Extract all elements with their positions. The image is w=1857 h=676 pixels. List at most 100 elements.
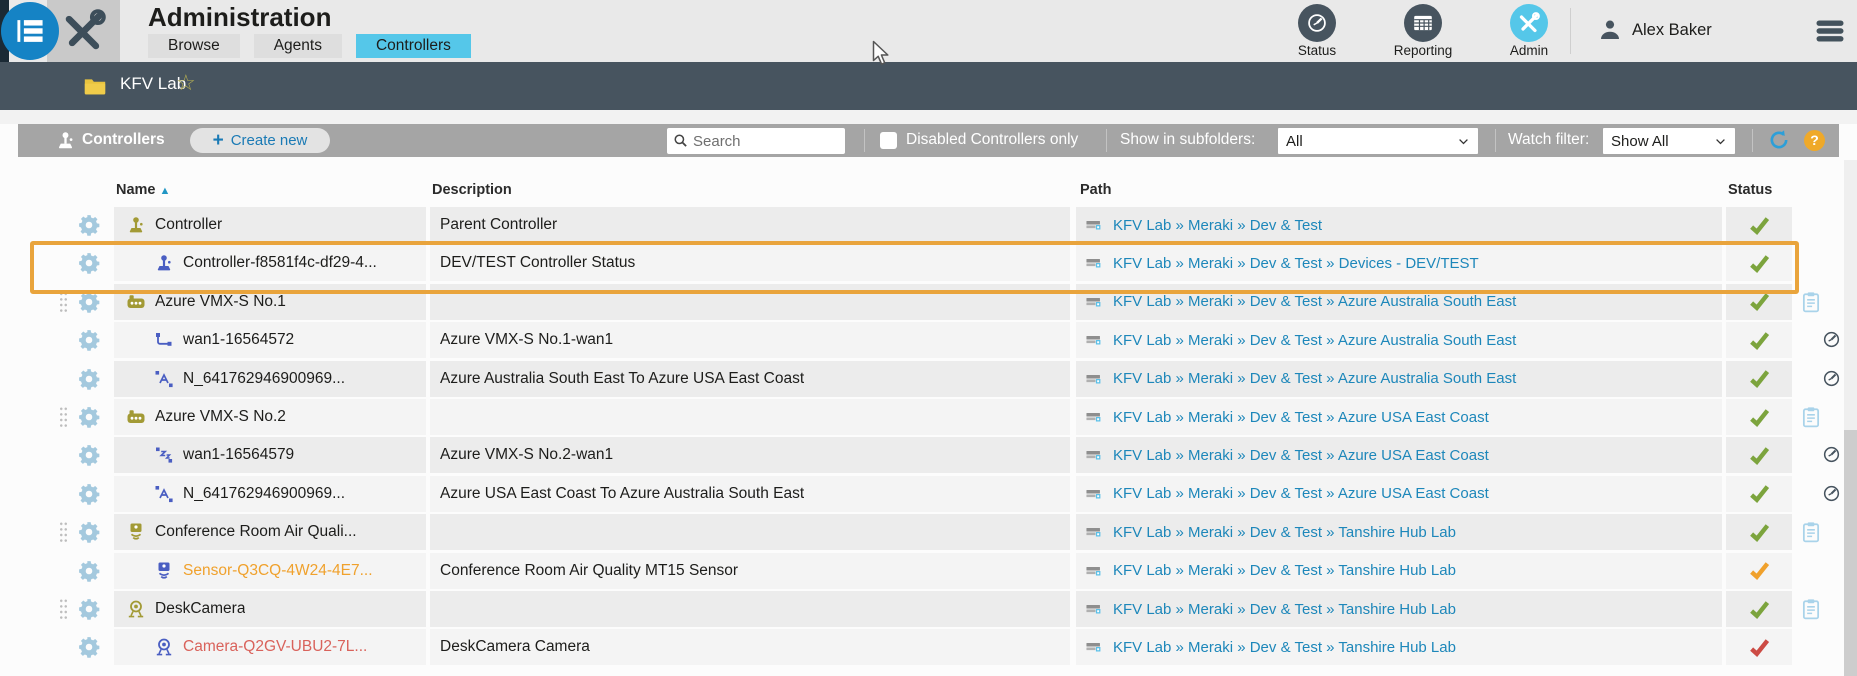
reporting-circle <box>1404 4 1442 42</box>
controller-name-cell[interactable]: wan1-16564572 <box>114 322 426 359</box>
controller-name-cell[interactable]: Azure VMX-S No.2 <box>114 399 426 435</box>
table-row[interactable]: Controller Parent Controller KFV Lab » M… <box>0 207 1857 243</box>
clipboard-icon[interactable] <box>1800 291 1822 313</box>
path-link[interactable]: KFV Lab » Meraki » Dev & Test » Tanshire… <box>1113 601 1456 618</box>
row-settings-gear-icon[interactable] <box>78 483 100 505</box>
refresh-icon[interactable] <box>1768 129 1790 151</box>
controller-description-cell <box>430 591 1070 627</box>
column-header-description[interactable]: Description <box>432 182 512 198</box>
path-link[interactable]: KFV Lab » Meraki » Dev & Test » Tanshire… <box>1113 562 1456 579</box>
drag-handle-icon[interactable] <box>59 598 68 621</box>
app-logo[interactable] <box>1 2 59 60</box>
controller-name-cell[interactable]: Azure VMX-S No.1 <box>114 283 426 320</box>
controller-description-cell <box>430 283 1070 320</box>
path-link[interactable]: KFV Lab » Meraki » Dev & Test » Azure Au… <box>1113 370 1516 387</box>
scrollbar-thumb[interactable] <box>1844 430 1857 676</box>
table-row[interactable]: wan1-16564572 Azure VMX-S No.1-wan1 KFV … <box>0 322 1857 359</box>
row-settings-gear-icon[interactable] <box>78 406 100 428</box>
table-row[interactable]: wan1-16564579 Azure VMX-S No.2-wan1 KFV … <box>0 437 1857 474</box>
row-settings-gear-icon[interactable] <box>78 598 100 620</box>
subfolders-select[interactable]: All <box>1278 128 1478 154</box>
controller-name-cell[interactable]: DeskCamera <box>114 591 426 627</box>
table-row[interactable]: Sensor-Q3CQ-4W24-4E7... Conference Room … <box>0 552 1857 589</box>
path-icon <box>1086 370 1104 388</box>
controller-status-cell <box>1726 360 1792 397</box>
table-row[interactable]: Azure VMX-S No.2 KFV Lab » Meraki » Dev … <box>0 399 1857 435</box>
path-link[interactable]: KFV Lab » Meraki » Dev & Test » Azure Au… <box>1113 293 1516 310</box>
menu-bars-icon <box>1814 16 1846 46</box>
controller-name-cell[interactable]: Conference Room Air Quali... <box>114 514 426 551</box>
controller-description: Azure USA East Coast To Azure Australia … <box>440 484 805 502</box>
disabled-only-checkbox[interactable] <box>880 132 897 149</box>
controller-name-cell[interactable]: Camera-Q2GV-UBU2-7L... <box>114 629 426 666</box>
search-box <box>667 128 845 154</box>
clipboard-icon[interactable] <box>1800 406 1822 428</box>
controller-status-cell <box>1726 437 1792 474</box>
nav-reporting[interactable]: Reporting <box>1385 4 1461 58</box>
table-row[interactable]: N_641762946900969... Azure USA East Coas… <box>0 475 1857 512</box>
nav-status[interactable]: Status <box>1279 4 1355 58</box>
row-settings-gear-icon[interactable] <box>78 444 100 466</box>
device-icon <box>154 253 174 273</box>
status-check-icon <box>1749 637 1770 658</box>
table-row[interactable]: DeskCamera KFV Lab » Meraki » Dev & Test… <box>0 591 1857 627</box>
row-settings-gear-icon[interactable] <box>78 291 100 313</box>
table-row[interactable]: N_641762946900969... Azure Australia Sou… <box>0 360 1857 397</box>
search-icon <box>673 133 688 148</box>
clipboard-glyph <box>1800 291 1822 313</box>
row-settings-gear-icon[interactable] <box>78 214 100 236</box>
controller-description-cell: Parent Controller <box>430 207 1070 243</box>
controller-name-cell[interactable]: Sensor-Q3CQ-4W24-4E7... <box>114 552 426 589</box>
clipboard-icon[interactable] <box>1800 598 1822 620</box>
user-menu[interactable]: Alex Baker <box>1598 18 1712 42</box>
status-check-icon <box>1749 407 1770 428</box>
row-settings-gear-icon[interactable] <box>78 368 100 390</box>
nav-reporting-label: Reporting <box>1393 43 1453 58</box>
path-icon <box>1086 293 1104 311</box>
hamburger-menu-icon[interactable] <box>1814 16 1846 46</box>
controller-name-cell[interactable]: Controller <box>114 207 426 243</box>
drag-handle-icon[interactable] <box>59 521 68 545</box>
spacer <box>0 110 1857 124</box>
tab-browse[interactable]: Browse <box>148 34 240 58</box>
table-row[interactable]: Controller-f8581f4c-df29-4... DEV/TEST C… <box>0 240 1857 294</box>
favorite-star-icon[interactable] <box>176 70 196 96</box>
row-settings-gear-icon[interactable] <box>78 636 100 658</box>
breadcrumb: KFV Lab <box>0 62 1857 110</box>
row-settings-gear-icon[interactable] <box>78 560 100 582</box>
path-link[interactable]: KFV Lab » Meraki » Dev & Test » Azure US… <box>1113 485 1489 502</box>
search-input[interactable] <box>667 128 845 154</box>
column-header-path[interactable]: Path <box>1080 182 1111 198</box>
controller-name-cell[interactable]: N_641762946900969... <box>114 475 426 512</box>
row-settings-gear-icon[interactable] <box>78 252 100 274</box>
path-link[interactable]: KFV Lab » Meraki » Dev & Test » Tanshire… <box>1113 524 1456 541</box>
clipboard-icon[interactable] <box>1800 521 1822 543</box>
controller-name-cell[interactable]: Controller-f8581f4c-df29-4... <box>114 245 426 282</box>
tab-agents[interactable]: Agents <box>253 34 342 58</box>
status-check-icon <box>1749 253 1770 274</box>
table-row[interactable]: Camera-Q2GV-UBU2-7L... DeskCamera Camera… <box>0 629 1857 666</box>
help-icon[interactable]: ? <box>1804 130 1825 151</box>
column-header-status[interactable]: Status <box>1728 182 1772 198</box>
row-settings-gear-icon[interactable] <box>78 521 100 543</box>
drag-handle-icon[interactable] <box>59 290 68 314</box>
path-link[interactable]: KFV Lab » Meraki » Dev & Test » Devices … <box>1113 255 1479 272</box>
tab-controllers[interactable]: Controllers <box>355 34 471 58</box>
drag-handle-icon[interactable] <box>59 406 68 429</box>
table-row[interactable]: Conference Room Air Quali... KFV Lab » M… <box>0 514 1857 551</box>
gauge-icon <box>1306 12 1328 34</box>
path-link[interactable]: KFV Lab » Meraki » Dev & Test » Tanshire… <box>1113 639 1456 656</box>
row-settings-gear-icon[interactable] <box>78 329 100 351</box>
column-header-name[interactable]: Name <box>116 182 170 198</box>
table-row[interactable]: Azure VMX-S No.1 KFV Lab » Meraki » Dev … <box>0 283 1857 320</box>
path-link[interactable]: KFV Lab » Meraki » Dev & Test <box>1113 217 1322 234</box>
create-new-button[interactable]: Create new <box>190 128 330 153</box>
disabled-only-label: Disabled Controllers only <box>906 131 1079 148</box>
watch-filter-select[interactable]: Show All <box>1603 128 1735 154</box>
path-link[interactable]: KFV Lab » Meraki » Dev & Test » Azure US… <box>1113 447 1489 464</box>
path-link[interactable]: KFV Lab » Meraki » Dev & Test » Azure Au… <box>1113 332 1516 349</box>
controller-name-cell[interactable]: N_641762946900969... <box>114 360 426 397</box>
path-link[interactable]: KFV Lab » Meraki » Dev & Test » Azure US… <box>1113 409 1489 426</box>
nav-admin[interactable]: Admin <box>1491 4 1567 58</box>
controller-name-cell[interactable]: wan1-16564579 <box>114 437 426 474</box>
